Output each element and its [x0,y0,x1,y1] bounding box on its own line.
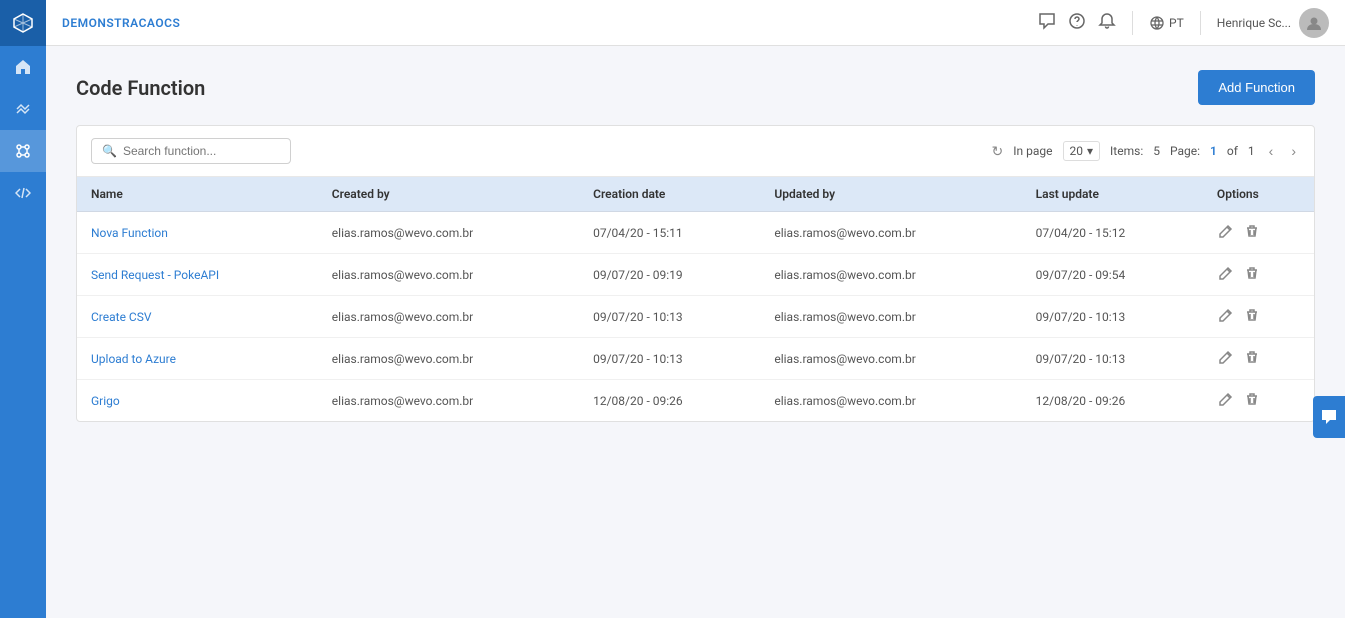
chat-icon[interactable] [1038,12,1056,34]
delete-button[interactable] [1243,306,1261,327]
toolbar-right: ↻ In page 20 ▾ Items: 5 Page: 1 of 1 ‹ › [992,141,1300,161]
table-header-row: Name Created by Creation date Updated by… [77,177,1314,212]
cell-creation-date: 07/04/20 - 15:11 [579,212,760,254]
cell-last-update: 09/07/20 - 10:13 [1022,338,1203,380]
delete-button[interactable] [1243,264,1261,285]
side-chat-widget[interactable] [1313,396,1345,438]
topbar-divider-2 [1200,11,1201,35]
sidebar-logo[interactable] [0,0,46,46]
cell-updated-by: elias.ramos@wevo.com.br [760,254,1021,296]
table-row: Send Request - PokeAPI elias.ramos@wevo.… [77,254,1314,296]
cell-updated-by: elias.ramos@wevo.com.br [760,338,1021,380]
col-created-by: Created by [318,177,579,212]
cell-created-by: elias.ramos@wevo.com.br [318,296,579,338]
cell-name[interactable]: Send Request - PokeAPI [77,254,318,296]
current-page: 1 [1210,144,1217,158]
cell-updated-by: elias.ramos@wevo.com.br [760,380,1021,422]
search-icon: 🔍 [102,144,117,158]
cell-creation-date: 12/08/20 - 09:26 [579,380,760,422]
edit-button[interactable] [1217,222,1235,243]
cell-last-update: 07/04/20 - 15:12 [1022,212,1203,254]
table-row: Nova Function elias.ramos@wevo.com.br 07… [77,212,1314,254]
page-header: Code Function Add Function [76,70,1315,105]
next-page-button[interactable]: › [1287,141,1300,161]
delete-button[interactable] [1243,222,1261,243]
table-row: Upload to Azure elias.ramos@wevo.com.br … [77,338,1314,380]
brand-name: DEMONSTRACAOCS [62,16,1038,30]
cell-options [1203,212,1314,254]
cell-creation-date: 09/07/20 - 09:19 [579,254,760,296]
edit-button[interactable] [1217,306,1235,327]
cell-options [1203,338,1314,380]
cell-options [1203,296,1314,338]
cell-last-update: 12/08/20 - 09:26 [1022,380,1203,422]
sidebar [0,0,46,618]
sidebar-item-home[interactable] [0,46,46,88]
bell-icon[interactable] [1098,12,1116,34]
delete-button[interactable] [1243,390,1261,411]
col-creation-date: Creation date [579,177,760,212]
delete-button[interactable] [1243,348,1261,369]
cell-updated-by: elias.ramos@wevo.com.br [760,212,1021,254]
table-toolbar: 🔍 ↻ In page 20 ▾ Items: 5 Page: 1 of [77,126,1314,177]
table-container: 🔍 ↻ In page 20 ▾ Items: 5 Page: 1 of [76,125,1315,422]
per-page-chevron: ▾ [1087,144,1093,158]
cell-created-by: elias.ramos@wevo.com.br [318,254,579,296]
functions-table: Name Created by Creation date Updated by… [77,177,1314,421]
cell-updated-by: elias.ramos@wevo.com.br [760,296,1021,338]
topbar-icons: PT Henrique Sc... [1038,8,1329,38]
cell-name[interactable]: Nova Function [77,212,318,254]
total-pages: 1 [1248,144,1255,158]
cell-created-by: elias.ramos@wevo.com.br [318,212,579,254]
col-name: Name [77,177,318,212]
user-menu[interactable]: Henrique Sc... [1217,8,1329,38]
in-page-label: In page [1013,144,1052,158]
cell-options [1203,254,1314,296]
cell-last-update: 09/07/20 - 09:54 [1022,254,1203,296]
language-selector[interactable]: PT [1149,15,1184,31]
per-page-select[interactable]: 20 ▾ [1063,141,1101,161]
cell-creation-date: 09/07/20 - 10:13 [579,296,760,338]
table-row: Grigo elias.ramos@wevo.com.br 12/08/20 -… [77,380,1314,422]
per-page-value: 20 [1070,144,1084,158]
search-input[interactable] [123,144,280,158]
of-label: of [1227,144,1238,158]
cell-creation-date: 09/07/20 - 10:13 [579,338,760,380]
user-name: Henrique Sc... [1217,16,1291,30]
edit-button[interactable] [1217,348,1235,369]
cell-last-update: 09/07/20 - 10:13 [1022,296,1203,338]
cell-created-by: elias.ramos@wevo.com.br [318,380,579,422]
sidebar-item-code[interactable] [0,172,46,214]
cell-created-by: elias.ramos@wevo.com.br [318,338,579,380]
cell-options [1203,380,1314,422]
cell-name[interactable]: Grigo [77,380,318,422]
col-options: Options [1203,177,1314,212]
topbar: DEMONSTRACAOCS [46,0,1345,46]
edit-button[interactable] [1217,390,1235,411]
items-label: Items: [1110,144,1143,158]
user-avatar[interactable] [1299,8,1329,38]
refresh-button[interactable]: ↻ [992,143,1004,160]
topbar-divider [1132,11,1133,35]
add-function-button[interactable]: Add Function [1198,70,1315,105]
cell-name[interactable]: Create CSV [77,296,318,338]
search-box[interactable]: 🔍 [91,138,291,164]
content-area: Code Function Add Function 🔍 ↻ In page 2… [46,46,1345,618]
main-container: DEMONSTRACAOCS [46,0,1345,618]
sidebar-item-integrations[interactable] [0,130,46,172]
help-icon[interactable] [1068,12,1086,34]
sidebar-item-flows[interactable] [0,88,46,130]
items-count: 5 [1153,144,1160,158]
prev-page-button[interactable]: ‹ [1265,141,1278,161]
col-updated-by: Updated by [760,177,1021,212]
table-row: Create CSV elias.ramos@wevo.com.br 09/07… [77,296,1314,338]
col-last-update: Last update [1022,177,1203,212]
cell-name[interactable]: Upload to Azure [77,338,318,380]
page-title: Code Function [76,76,205,100]
page-label: Page: [1170,144,1200,158]
edit-button[interactable] [1217,264,1235,285]
language-label: PT [1169,16,1184,30]
